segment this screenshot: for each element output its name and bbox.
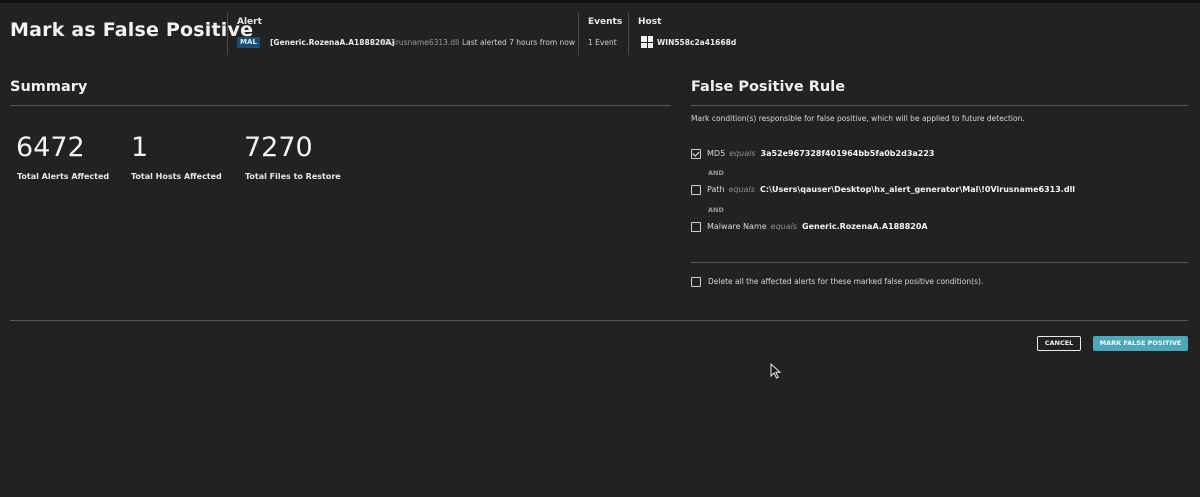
events-count: 1 Event bbox=[588, 38, 617, 47]
events-label: Events bbox=[588, 17, 623, 27]
summary-divider bbox=[10, 105, 671, 106]
total-alerts-label: Total Alerts Affected bbox=[17, 172, 110, 181]
alert-file: !0Virusname6313.dll bbox=[381, 38, 460, 47]
total-hosts-label: Total Hosts Affected bbox=[131, 172, 222, 181]
condition-field: Path bbox=[707, 185, 725, 194]
total-files-label: Total Files to Restore bbox=[245, 172, 341, 181]
and-joiner: AND bbox=[708, 169, 724, 177]
condition-operator: equals bbox=[728, 185, 755, 194]
rule-description: Mark condition(s) responsible for false … bbox=[691, 114, 1025, 123]
condition-operator: equals bbox=[729, 149, 756, 158]
condition-field: MD5 bbox=[707, 149, 726, 158]
alert-label: Alert bbox=[237, 17, 262, 27]
header-divider bbox=[227, 13, 228, 55]
path-checkbox[interactable] bbox=[691, 185, 701, 195]
total-files-value: 7270 bbox=[244, 132, 313, 163]
host-label: Host bbox=[638, 17, 662, 27]
malware-badge: MAL bbox=[237, 37, 260, 48]
condition-field: Malware Name bbox=[707, 222, 767, 231]
total-hosts-value: 1 bbox=[131, 132, 149, 163]
header-divider bbox=[578, 13, 579, 55]
host-name[interactable]: WIN558c2a41668d bbox=[657, 38, 736, 47]
top-border bbox=[0, 0, 1200, 3]
alert-name[interactable]: [Generic.RozenaA.A188820A] bbox=[270, 38, 395, 47]
path-condition: Path equals C:\Users\qauser\Desktop\hx_ale… bbox=[707, 185, 1075, 194]
malware-name-checkbox[interactable] bbox=[691, 222, 701, 232]
condition-operator: equals bbox=[770, 222, 798, 231]
condition-value: C:\Users\qauser\Desktop\hx_alert_generat… bbox=[759, 185, 1076, 194]
header-divider bbox=[628, 13, 629, 55]
delete-alerts-label: Delete all the affected alerts for these… bbox=[708, 277, 984, 286]
page-title: Mark as False Positive bbox=[10, 19, 254, 41]
condition-value: Generic.RozenaA.A188820A bbox=[802, 222, 928, 231]
rule-divider bbox=[691, 105, 1188, 106]
malware-name-condition: Malware Name equals Generic.RozenaA.A18882… bbox=[707, 222, 928, 231]
footer-divider bbox=[10, 320, 1188, 321]
mouse-cursor-icon bbox=[770, 363, 782, 379]
summary-title: Summary bbox=[10, 79, 88, 95]
condition-value: 3a52e967328f401964bb5fa0b2d3a223 bbox=[760, 149, 935, 158]
delete-alerts-checkbox[interactable] bbox=[691, 277, 701, 287]
rule-bottom-divider bbox=[691, 262, 1188, 263]
last-alerted-text: Last alerted 7 hours from now bbox=[462, 38, 576, 47]
mark-false-positive-button[interactable]: MARK FALSE POSITIVE bbox=[1093, 336, 1188, 351]
rule-title: False Positive Rule bbox=[691, 79, 846, 95]
cancel-button[interactable]: CANCEL bbox=[1037, 336, 1081, 351]
md5-condition: MD5 equals 3a52e967328f401964bb5fa0b2d3a22… bbox=[707, 149, 934, 158]
windows-icon bbox=[641, 36, 653, 48]
total-alerts-value: 6472 bbox=[16, 132, 85, 163]
md5-checkbox[interactable] bbox=[691, 149, 701, 159]
and-joiner: AND bbox=[708, 206, 724, 214]
